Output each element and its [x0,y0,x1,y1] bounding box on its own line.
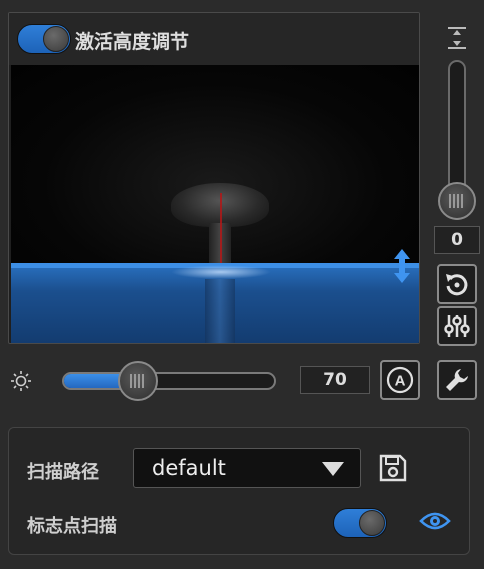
reset-icon [446,274,468,296]
wrench-icon [446,369,468,391]
height-value-field[interactable]: 0 [434,226,480,254]
marker-scan-toggle[interactable] [333,508,387,538]
adjust-settings-button[interactable] [437,306,477,346]
auto-label: A [395,373,406,390]
auto-exposure-button[interactable]: A [380,360,420,400]
submerged-stem [205,279,235,343]
marker-scan-label: 标志点扫描 [27,516,117,537]
camera-view[interactable] [11,65,419,343]
scan-settings-panel: 扫描路径 default 标志点扫描 [8,427,470,555]
scan-path-value: default [152,456,226,480]
height-adjust-title: 激活高度调节 [75,31,190,53]
scan-path-dropdown[interactable]: default [133,448,361,488]
preview-header: 激活高度调节 [9,13,419,65]
mixer-icon [444,315,470,337]
eye-icon[interactable] [419,510,451,532]
sun-icon [10,370,32,392]
brightness-slider-knob[interactable] [118,361,158,401]
toggle-knob [43,26,69,52]
fit-height-icon[interactable] [446,26,468,50]
grip-icon [449,194,465,208]
height-slider-knob[interactable] [438,182,476,220]
height-adjust-toggle[interactable] [17,24,71,54]
camera-preview-panel: 激活高度调节 [8,12,420,344]
brightness-slider-track[interactable] [62,372,276,390]
save-icon[interactable] [377,452,409,484]
drag-updown-icon[interactable] [393,249,411,283]
brightness-value-field[interactable]: 70 [300,366,370,394]
tools-button[interactable] [437,360,477,400]
reset-button[interactable] [437,264,477,304]
dropdown-arrow-icon [322,462,344,476]
scan-path-label: 扫描路径 [27,462,99,483]
grip-icon [130,374,146,388]
auto-icon: A [386,366,414,394]
toggle-knob [359,510,385,536]
plane-highlight [171,265,271,279]
